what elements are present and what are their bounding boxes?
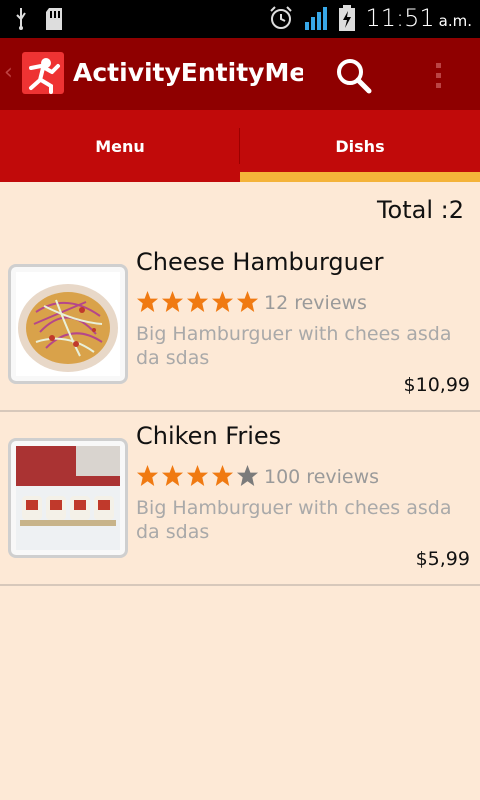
list-item[interactable]: Cheese Hamburguer 12 reviews Big Hamburg…: [0, 238, 480, 412]
item-name: Cheese Hamburguer: [136, 248, 384, 276]
signal-icon: [305, 7, 328, 30]
action-bar: ‹ ActivityEntityMenu: [0, 38, 480, 110]
rating-stars: [136, 290, 259, 313]
status-right: 11:51 a.m.: [269, 4, 472, 32]
status-left-icons: [14, 8, 62, 30]
sd-card-icon: [46, 8, 62, 30]
star-filled-icon: [161, 290, 184, 313]
app-logo-icon[interactable]: [22, 52, 64, 94]
star-filled-icon: [186, 290, 209, 313]
review-count: 100 reviews: [264, 466, 380, 488]
star-filled-icon: [161, 464, 184, 487]
item-thumbnail: [8, 438, 128, 558]
usb-icon: [16, 8, 26, 30]
sushi-photo-icon: [16, 446, 120, 550]
total-count: Total :2: [376, 196, 464, 224]
star-filled-icon: [136, 464, 159, 487]
clock-ampm: a.m.: [438, 12, 472, 30]
battery-charging-icon: [339, 5, 356, 31]
review-count: 12 reviews: [264, 292, 367, 314]
up-chevron-icon[interactable]: ‹: [4, 60, 13, 85]
app-title: ActivityEntityMenu: [73, 58, 303, 87]
star-empty-icon: [236, 464, 259, 487]
star-filled-icon: [236, 290, 259, 313]
search-icon[interactable]: [334, 56, 374, 96]
star-filled-icon: [211, 290, 234, 313]
overflow-menu-icon[interactable]: [430, 58, 446, 92]
tab-menu[interactable]: Menu: [0, 110, 240, 182]
status-bar: 11:51 a.m.: [0, 0, 480, 38]
item-thumbnail: [8, 264, 128, 384]
food-photo-icon: [16, 272, 120, 376]
item-price: $10,99: [403, 374, 470, 396]
item-description: Big Hamburguer with chees asda da sdas: [136, 497, 452, 543]
item-name: Chiken Fries: [136, 422, 282, 450]
clock-time: 11:51: [365, 4, 435, 32]
star-filled-icon: [211, 464, 234, 487]
star-filled-icon: [136, 290, 159, 313]
alarm-icon: [270, 6, 293, 29]
star-filled-icon: [186, 464, 209, 487]
rating-stars: [136, 464, 259, 487]
tab-selected-indicator: [240, 172, 480, 182]
item-description: Big Hamburguer with chees asda da sdas: [136, 323, 452, 369]
item-price: $5,99: [415, 548, 470, 570]
list-item[interactable]: Chiken Fries 100 reviews Big Hamburguer …: [0, 412, 480, 586]
